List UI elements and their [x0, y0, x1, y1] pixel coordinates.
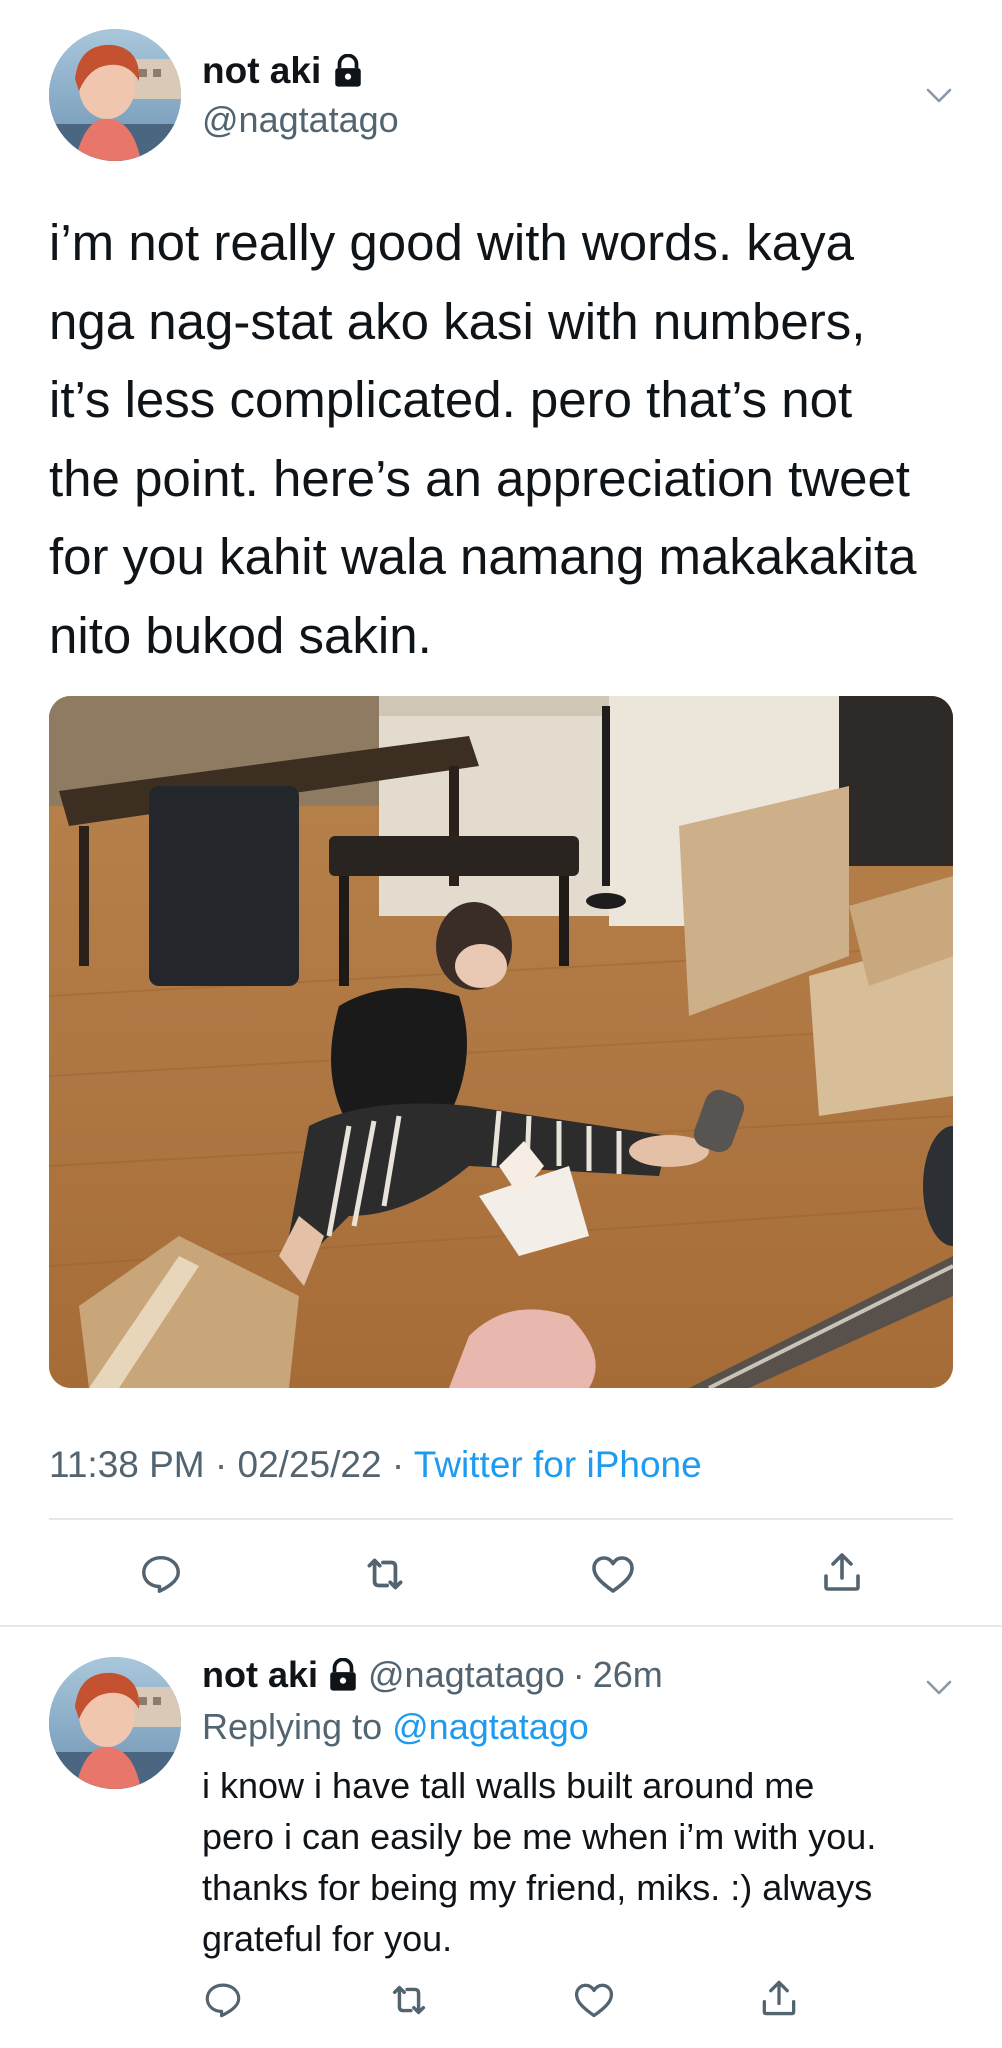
share-button[interactable] — [817, 1547, 867, 1597]
share-button[interactable] — [756, 1975, 802, 2021]
lock-icon — [326, 1657, 360, 1692]
retweet-button[interactable] — [360, 1549, 410, 1599]
username-handle[interactable]: @nagtatago — [368, 1654, 565, 1696]
like-button[interactable] — [588, 1549, 638, 1599]
tweet-metadata: 11:38 PM · 02/25/22 · Twitter for iPhone — [49, 1444, 702, 1486]
username-handle[interactable]: @nagtatago — [202, 99, 399, 141]
retweet-icon — [367, 1558, 403, 1590]
tweet-time: 11:38 PM — [49, 1444, 205, 1485]
retweet-icon — [392, 1985, 426, 2015]
retweet-button[interactable] — [386, 1977, 432, 2023]
heart-icon — [574, 1983, 614, 2018]
chevron-down-icon[interactable] — [922, 78, 956, 112]
reply-tweet[interactable]: not aki @nagtatago · 26m Replying to @na… — [0, 1627, 1002, 2048]
tweet-date: 02/25/22 — [237, 1444, 382, 1485]
share-icon — [762, 1980, 796, 2016]
tweet-time-ago: 26m — [592, 1654, 663, 1695]
tweet-media-image[interactable] — [49, 696, 953, 1388]
chevron-down-icon[interactable] — [922, 1670, 956, 1704]
metadata-separator: · — [391, 1444, 405, 1485]
reply-text: i know i have tall walls built around me… — [202, 1765, 877, 1959]
reply-icon — [205, 1983, 241, 2018]
display-name-text: not aki — [202, 50, 322, 91]
share-icon — [824, 1553, 860, 1591]
avatar[interactable] — [49, 29, 181, 161]
replying-to-label: Replying to — [202, 1706, 383, 1747]
display-name[interactable]: not aki — [202, 50, 365, 92]
divider — [49, 1518, 953, 1520]
mention-link[interactable]: @nagtatago — [392, 1706, 589, 1747]
metadata-separator: · — [572, 1654, 585, 1695]
metadata-separator: · — [214, 1444, 228, 1485]
display-name[interactable]: not aki — [202, 1654, 318, 1696]
replying-to: Replying to @nagtatago — [202, 1706, 589, 1748]
like-button[interactable] — [571, 1977, 617, 2023]
lock-icon — [331, 53, 365, 88]
reply-button[interactable] — [200, 1977, 246, 2023]
reply-button[interactable] — [136, 1549, 186, 1599]
reply-header: not aki @nagtatago · 26m — [202, 1654, 663, 1696]
heart-icon — [592, 1556, 634, 1593]
reply-icon — [142, 1555, 180, 1593]
tweet-source-link[interactable]: Twitter for iPhone — [414, 1444, 702, 1485]
main-tweet: not aki @nagtatago i’m not really good w… — [0, 0, 1002, 1627]
avatar[interactable] — [49, 1657, 181, 1789]
tweet-text: i’m not really good with words. kaya nga… — [49, 214, 917, 664]
